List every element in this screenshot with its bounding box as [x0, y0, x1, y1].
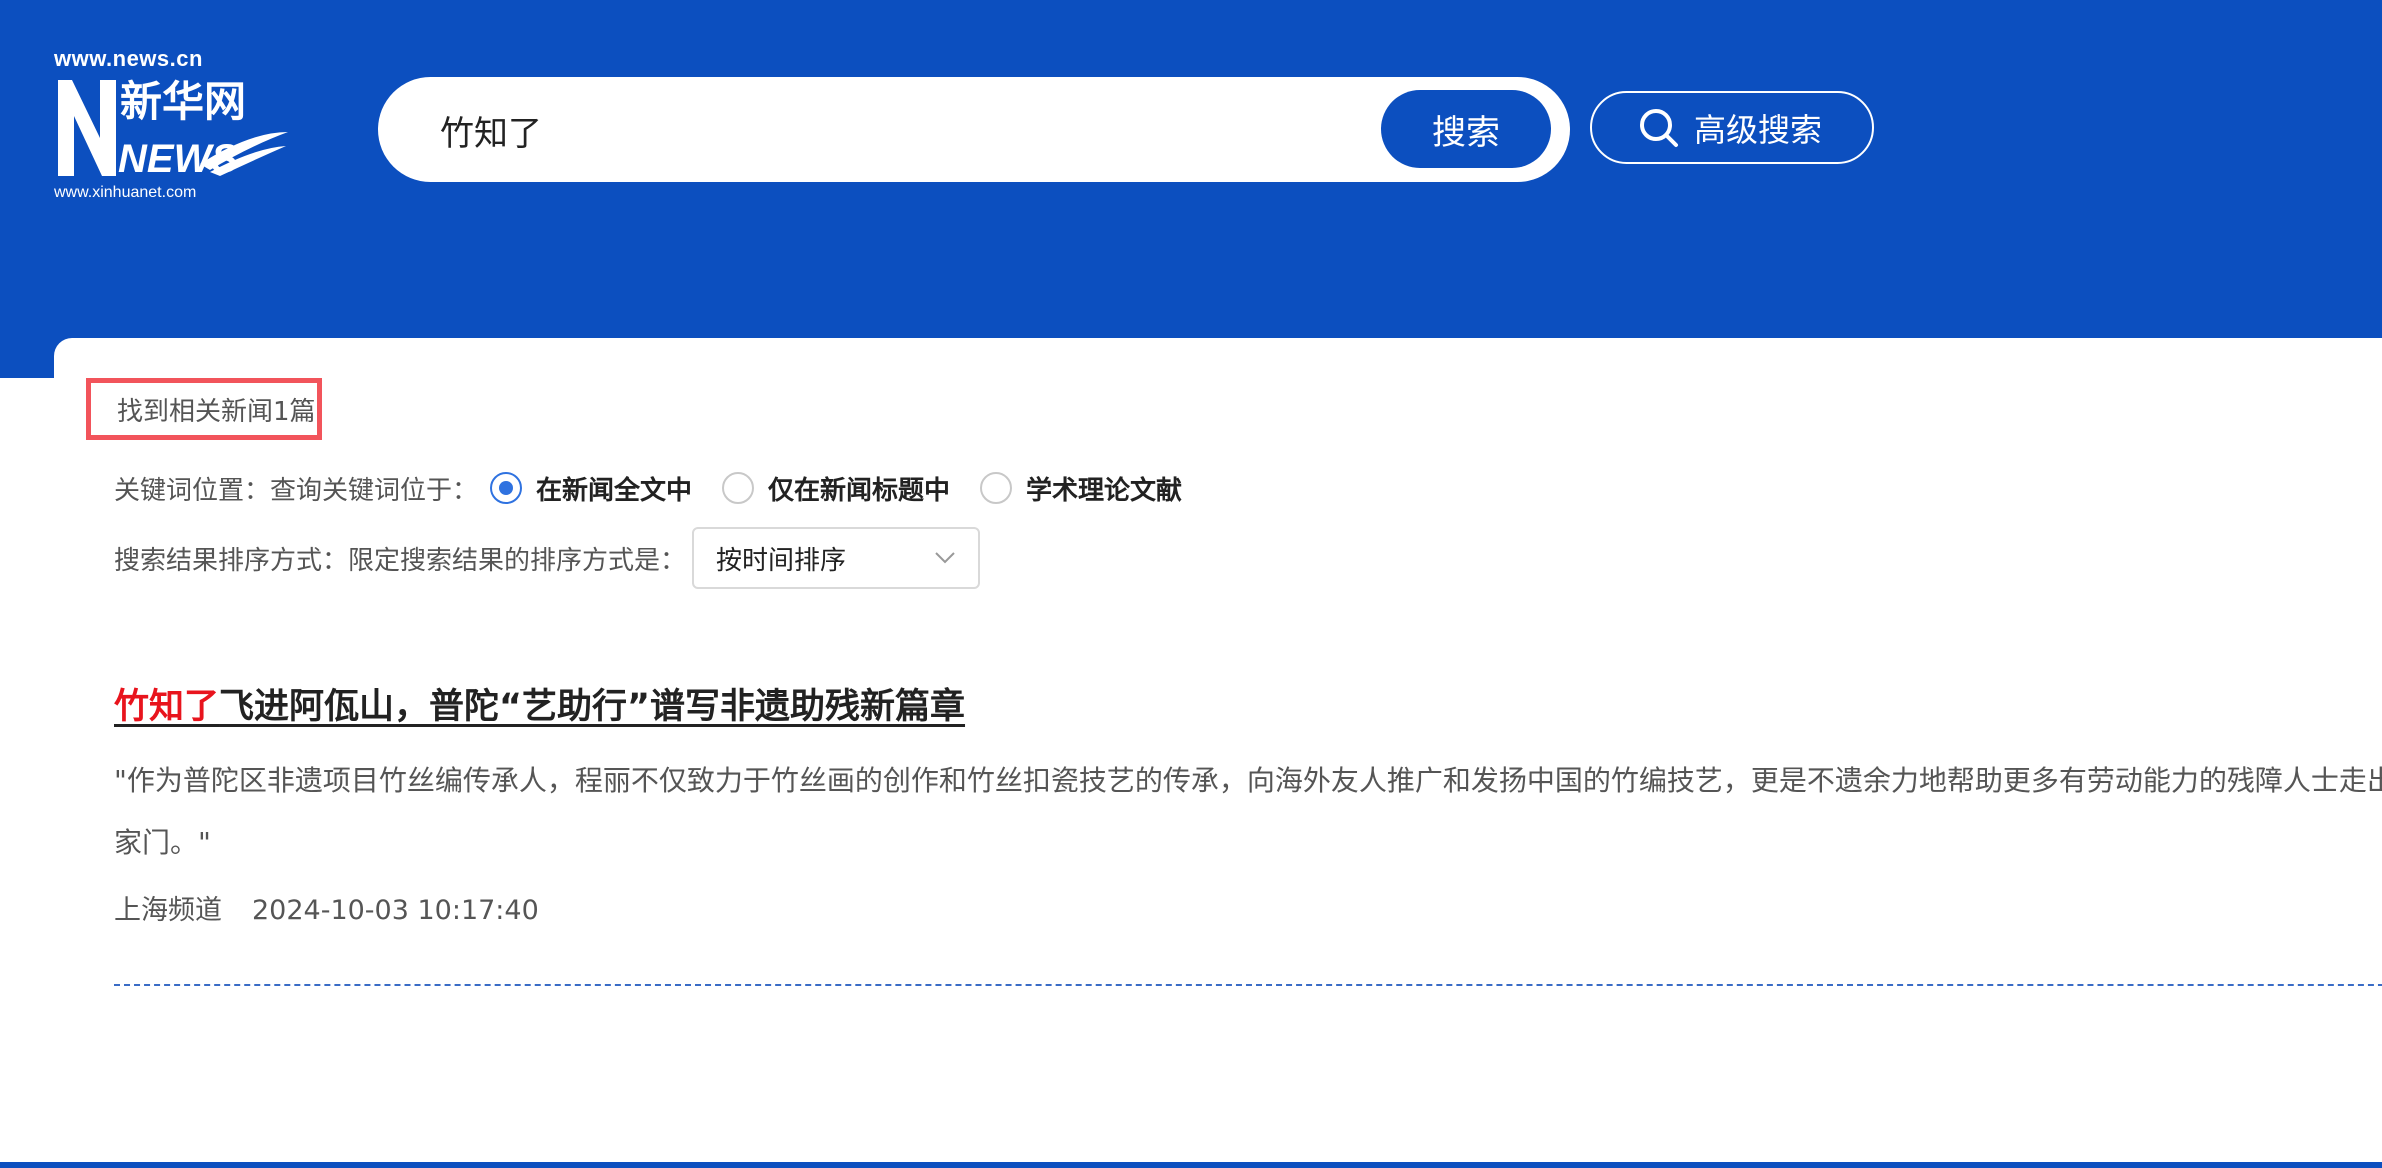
search-input[interactable] [438, 99, 1322, 161]
result-title-highlight: 竹知了 [114, 687, 220, 727]
result-snippet: "作为普陀区非遗项目竹丝编传承人，程丽不仅致力于竹丝画的创作和竹丝扣瓷技艺的传承… [114, 764, 2382, 859]
radio-academic-label[interactable]: 学术理论文献 [1026, 470, 1182, 507]
radio-title-only[interactable]: 仅在新闻标题中 [722, 470, 980, 507]
search-icon [1640, 108, 1678, 147]
result-datetime: 2024-10-03 10:17:40 [252, 895, 539, 926]
footer-strip [0, 1162, 2382, 1168]
results-panel: 找到相关新闻1篇 关键词位置：查询关键词位于： 在新闻全文中 仅在新闻标题中 学… [54, 338, 2382, 1168]
advanced-search-label: 高级搜索 [1694, 110, 1823, 149]
result-meta: 上海频道 2024-10-03 10:17:40 [114, 888, 539, 927]
keyword-position-label: 关键词位置：查询关键词位于： [114, 475, 479, 506]
radio-fulltext-control[interactable] [490, 472, 523, 504]
sort-select[interactable]: 按时间排序 [692, 527, 981, 589]
radio-fulltext[interactable]: 在新闻全文中 [490, 470, 722, 507]
radio-academic[interactable]: 学术理论文献 [980, 470, 1212, 507]
result-title-text: 飞进阿佤山，普陀“艺助行”谱写非遗助残新篇章 [219, 687, 966, 727]
logo-mark: 新华网 NEWS [58, 77, 288, 181]
header-bar [0, 0, 2382, 378]
logo-brand-chinese: 新华网 [120, 77, 246, 126]
radio-academic-control[interactable] [980, 472, 1013, 504]
result-title-link[interactable]: 竹知了飞进阿佤山，普陀“艺助行”谱写非遗助残新篇章 [114, 678, 965, 729]
logo-bottom-text: www.xinhuanet.com [54, 184, 197, 201]
radio-title-only-control[interactable] [722, 472, 755, 504]
sort-row: 搜索结果排序方式：限定搜索结果的排序方式是： 按时间排序 [114, 526, 981, 590]
advanced-search-button[interactable]: 高级搜索 [1590, 91, 1874, 164]
radio-fulltext-label[interactable]: 在新闻全文中 [536, 470, 692, 507]
sort-label: 搜索结果排序方式：限定搜索结果的排序方式是： [114, 545, 687, 576]
result-source: 上海频道 [114, 895, 222, 926]
radio-title-only-label[interactable]: 仅在新闻标题中 [768, 470, 950, 507]
keyword-position-row: 关键词位置：查询关键词位于： 在新闻全文中 仅在新闻标题中 学术理论文献 [114, 466, 1212, 510]
search-button[interactable]: 搜索 [1381, 90, 1551, 168]
search-box: 搜索 [378, 77, 1570, 182]
result-divider [114, 984, 2382, 986]
chevron-down-icon [935, 552, 955, 564]
logo-top-text: www.news.cn [54, 46, 203, 71]
sort-select-value: 按时间排序 [716, 545, 847, 576]
result-count: 找到相关新闻1篇 [86, 378, 322, 440]
xinhuanet-logo[interactable]: www.news.cn 新华网 NEWS www.xinhuanet.com [50, 46, 290, 206]
